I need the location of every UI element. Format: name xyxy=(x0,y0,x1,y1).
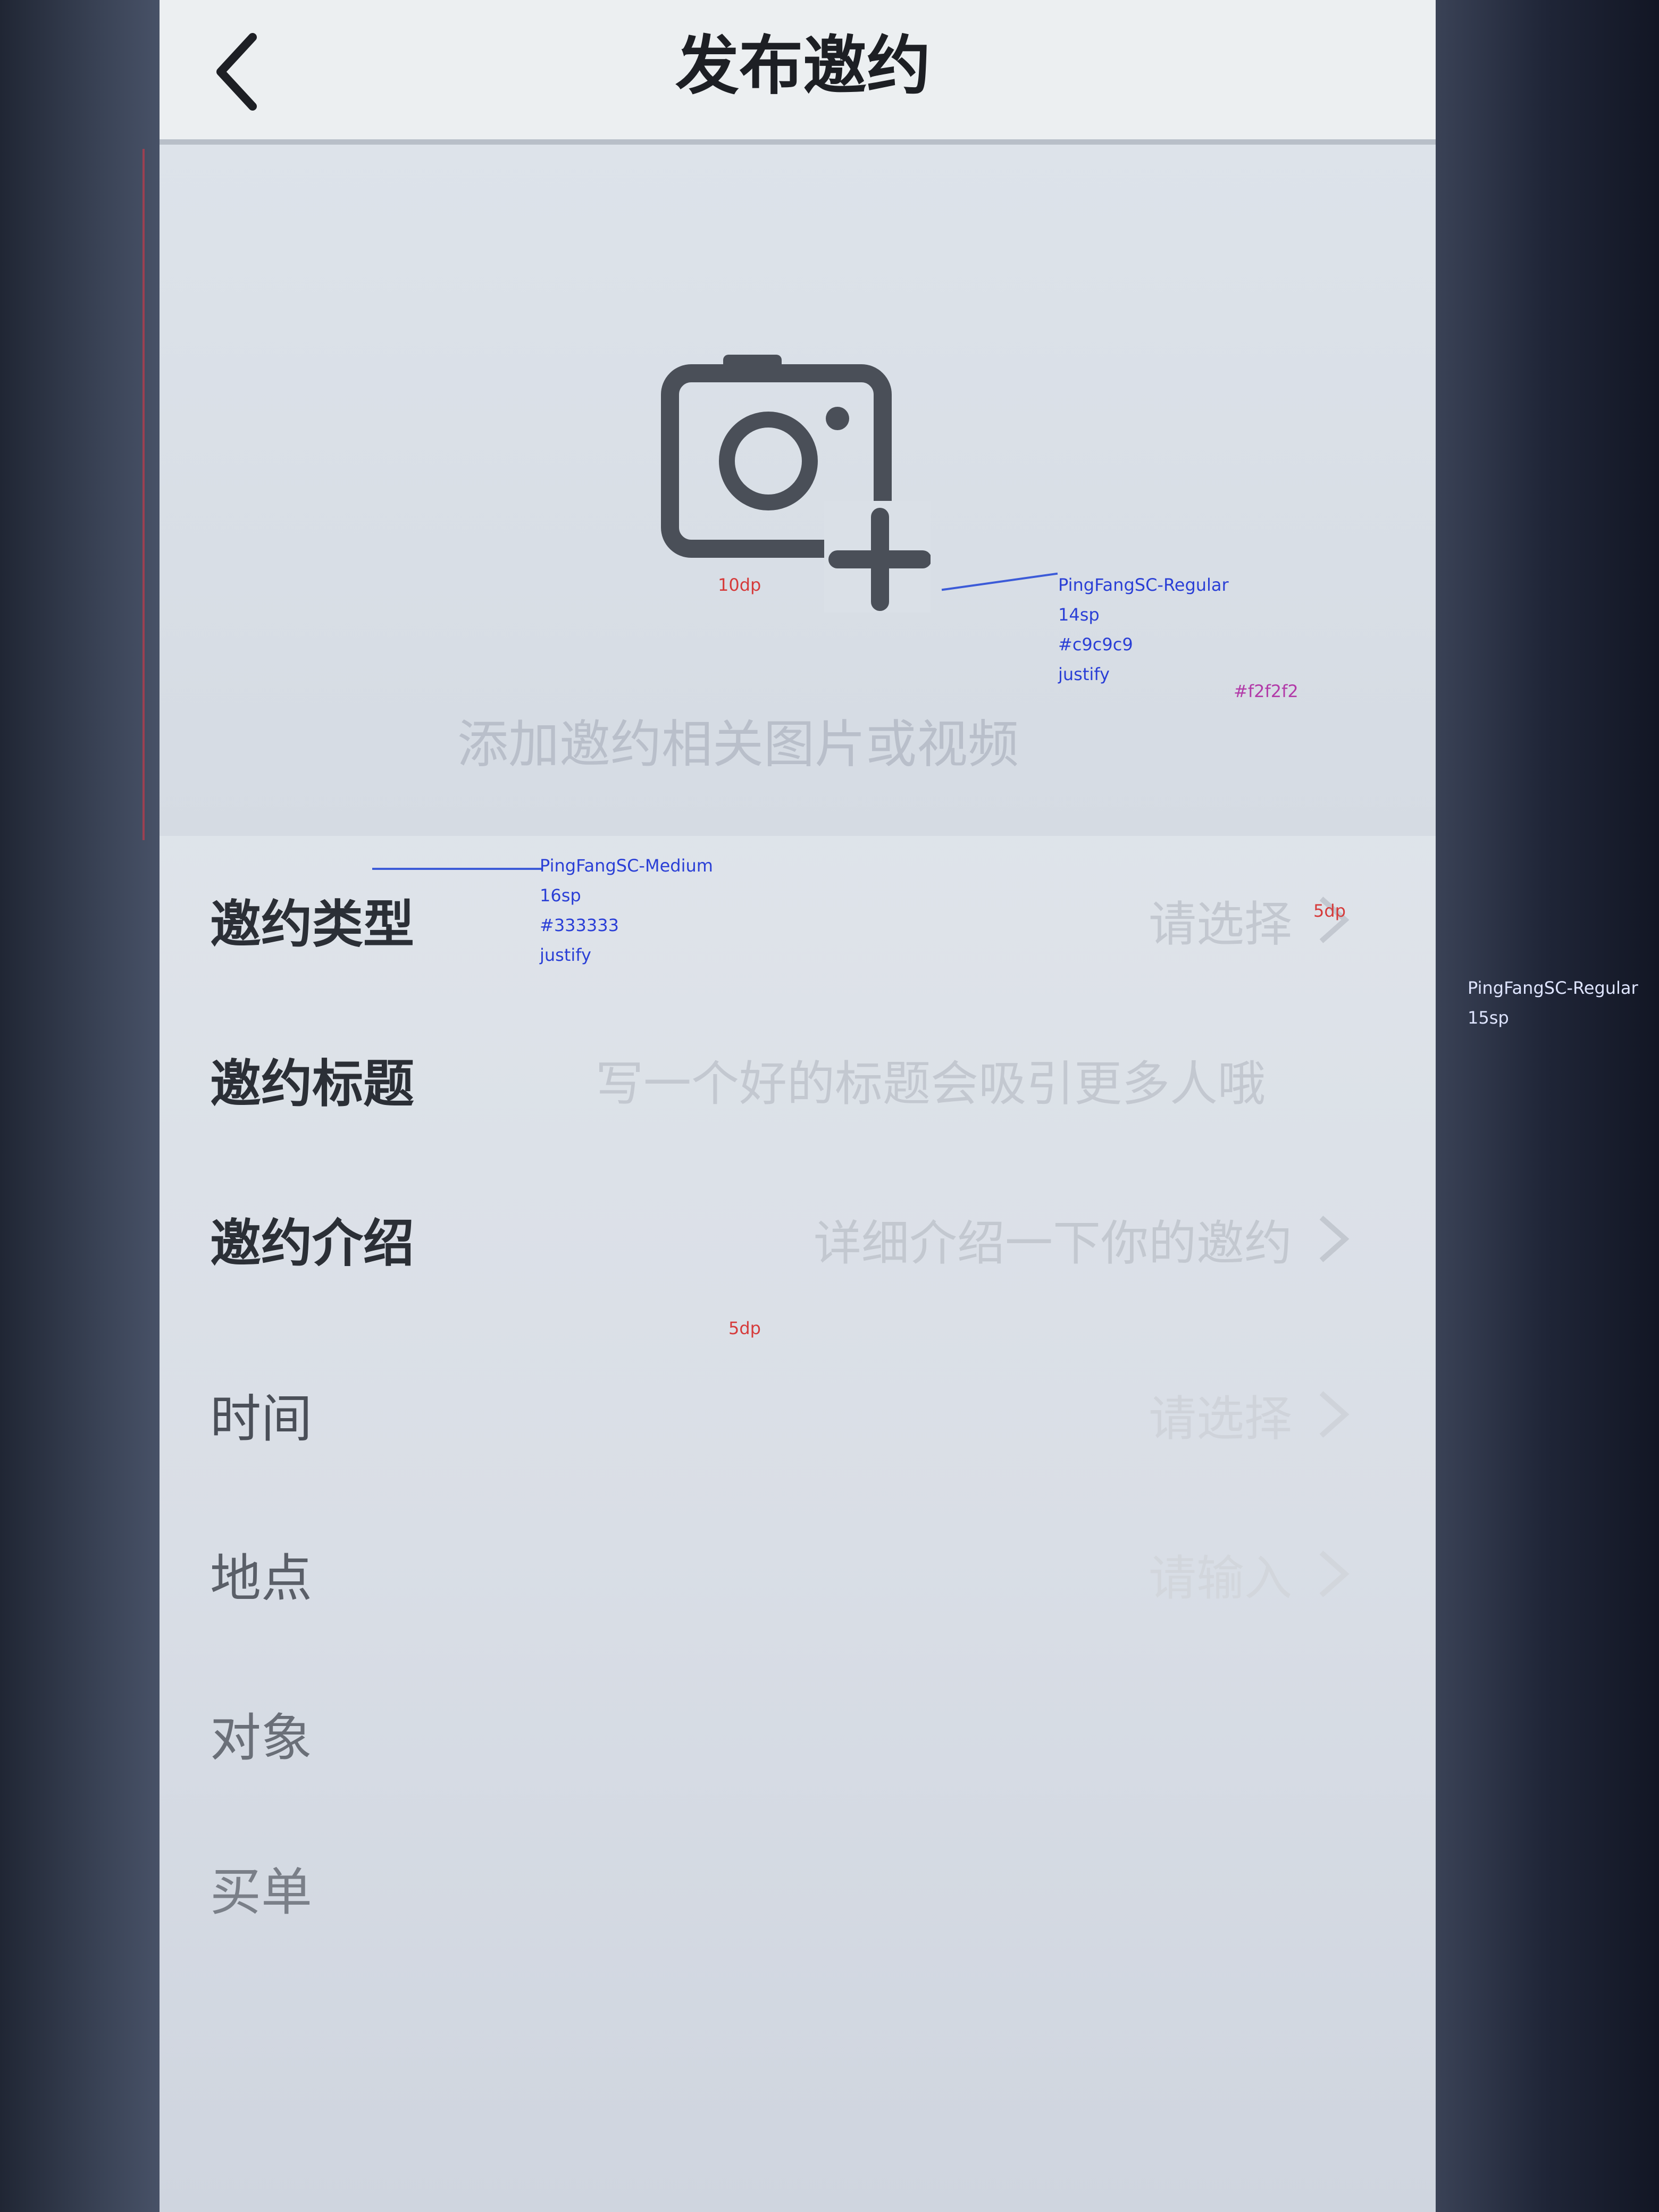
phone-screen: 发布邀约 添加邀约相关图片或视频 10dp PingFangSC-Regular… xyxy=(160,0,1446,2212)
media-upload-area[interactable]: 添加邀约相关图片或视频 10dp PingFangSC-Regular 14sp… xyxy=(160,145,1446,836)
row-label: 邀约标题 xyxy=(210,1054,414,1114)
form-row-bill[interactable]: 买单 xyxy=(160,1808,1446,1967)
form-row-intro[interactable]: 邀约介绍 详细介绍一下你的邀约 5dp xyxy=(160,1159,1446,1338)
time-select[interactable]: 请选择 xyxy=(1149,1380,1356,1449)
measure-line xyxy=(143,149,145,840)
row-value: 请选择 xyxy=(1149,896,1292,952)
navbar: 发布邀约 xyxy=(160,0,1446,145)
annotation-leader xyxy=(941,572,1058,591)
form-row-type[interactable]: 邀约类型 请选择 PingFangSC-Medium 16sp #333333 … xyxy=(160,840,1446,1000)
location-input[interactable]: 请输入 xyxy=(1149,1539,1356,1608)
spacing-annotation: 10dp xyxy=(718,575,761,595)
page-title: 发布邀约 xyxy=(675,29,931,103)
row-label: 对象 xyxy=(210,1708,312,1768)
row-value: 请选择 xyxy=(1149,1391,1292,1447)
spacing-annotation: 5dp xyxy=(1313,901,1346,921)
annotation-leader xyxy=(372,868,542,870)
label-font-annotation: PingFangSC-Medium 16sp #333333 justify xyxy=(540,856,713,965)
bg-color-annotation: #f2f2f2 xyxy=(1234,681,1298,701)
title-font-annotation: PingFangSC-Regular 15sp xyxy=(1468,978,1638,1028)
chevron-right-icon xyxy=(1319,1216,1350,1262)
chevron-right-icon xyxy=(1319,1391,1350,1438)
form-row-title[interactable]: 邀约标题 写一个好的标题会吸引更多人哦 xyxy=(160,1000,1446,1159)
row-value: 详细介绍一下你的邀约 xyxy=(814,1216,1292,1271)
upload-hint: 添加邀约相关图片或视频 xyxy=(457,715,1019,774)
row-value: 写一个好的标题会吸引更多人哦 xyxy=(596,1056,1266,1112)
row-label: 买单 xyxy=(210,1862,312,1922)
form-row-target[interactable]: 对象 xyxy=(160,1654,1446,1813)
backdrop-left xyxy=(0,0,170,2212)
camera-add-icon[interactable] xyxy=(654,325,931,613)
title-input[interactable]: 写一个好的标题会吸引更多人哦 xyxy=(596,1045,1266,1114)
form-row-time[interactable]: 时间 请选择 xyxy=(160,1335,1446,1494)
row-label: 邀约介绍 xyxy=(210,1213,414,1273)
hint-font-annotation: PingFangSC-Regular 14sp #c9c9c9 justify xyxy=(1058,575,1229,684)
form-row-location[interactable]: 地点 请输入 xyxy=(160,1494,1446,1654)
row-value: 请输入 xyxy=(1149,1551,1292,1606)
backdrop-right: PingFangSC-Regular 15sp xyxy=(1436,0,1659,2212)
row-label: 地点 xyxy=(210,1548,312,1608)
row-label: 时间 xyxy=(210,1389,312,1449)
intro-input[interactable]: 详细介绍一下你的邀约 xyxy=(814,1204,1356,1273)
chevron-right-icon xyxy=(1319,1551,1350,1597)
row-label: 邀约类型 xyxy=(210,894,414,954)
